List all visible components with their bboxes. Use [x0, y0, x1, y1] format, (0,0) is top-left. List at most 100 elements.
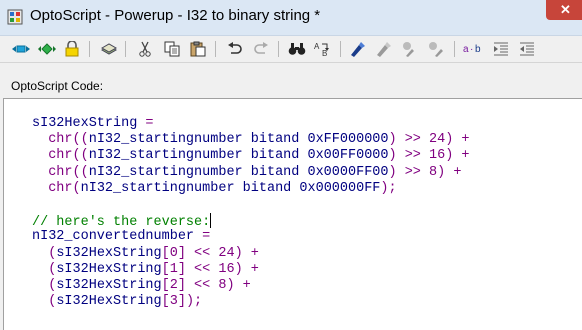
code-line[interactable]: chr(nI32_startingnumber bitand 0x000000F…	[32, 181, 470, 197]
code-token-op: ]);	[177, 294, 203, 310]
code-line[interactable]: chr((nI32_startingnumber bitand 0x0000FF…	[32, 165, 470, 181]
code-token-op: ) >>	[388, 132, 430, 148]
indent-button[interactable]	[491, 39, 511, 59]
toolbar-separator	[215, 41, 216, 57]
code-token-op: ) +	[445, 132, 470, 148]
code-token-op: ) >>	[388, 148, 430, 164]
cut-button[interactable]	[135, 39, 155, 59]
code-line[interactable]: (sI32HexString[2] << 8) +	[32, 278, 470, 294]
code-token-hex: 0x000000FF	[299, 180, 381, 196]
insert-variable-button[interactable]	[348, 39, 368, 59]
code-token-ident: sI32HexString	[56, 261, 162, 277]
code-token-ident: sI32HexString	[56, 294, 162, 310]
outdent-icon	[520, 42, 534, 56]
code-editor[interactable]: sI32HexString = chr((nI32_startingnumber…	[3, 98, 582, 330]
compile-button[interactable]	[99, 39, 119, 59]
compile-icon	[100, 43, 118, 55]
code-line[interactable]: nI32_convertednumber =	[32, 229, 470, 245]
code-token-op: ] <<	[177, 261, 219, 277]
code-line[interactable]: // here's the reverse:	[32, 213, 470, 231]
undo-icon	[228, 42, 242, 54]
code-token-op: ((	[72, 132, 89, 148]
code-token-num: 1	[169, 261, 178, 277]
code-token-op: [	[161, 261, 170, 277]
toolbar-separator	[454, 41, 455, 57]
code-token-op: ) +	[437, 164, 462, 180]
find-button[interactable]	[287, 39, 307, 59]
insert-action-button[interactable]	[426, 39, 446, 59]
step-into-icon	[12, 45, 30, 53]
code-token-num: 24	[218, 245, 235, 261]
toolbar-separator	[340, 41, 341, 57]
code-token-op: ) +	[445, 148, 470, 164]
code-token-hex: 0x00FF0000	[307, 148, 389, 164]
code-line[interactable]: chr((nI32_startingnumber bitand 0xFF0000…	[32, 132, 470, 148]
code-token-comment: // here's the reverse:	[32, 215, 211, 231]
title-bar: OptoScript - Powerup - I32 to binary str…	[0, 0, 582, 36]
code-line[interactable]: chr((nI32_startingnumber bitand 0x00FF00…	[32, 148, 470, 164]
code-token-op: ((	[72, 148, 89, 164]
redo-button[interactable]	[251, 39, 271, 59]
step-into-button[interactable]	[11, 39, 31, 59]
paste-icon	[190, 41, 206, 57]
step-over-button[interactable]	[37, 39, 57, 59]
find-icon	[288, 43, 306, 55]
code-token-op: ] <<	[177, 277, 219, 293]
code-token-hex: 0x0000FF00	[307, 164, 389, 180]
optoscript-app-icon	[7, 9, 23, 25]
variable-case-button[interactable]: a · b	[463, 39, 485, 59]
toolbar-separator	[89, 41, 90, 57]
code-text[interactable]: sI32HexString = chr((nI32_startingnumber…	[32, 116, 470, 310]
insert-command-button[interactable]	[374, 39, 394, 59]
code-token-func: chr	[48, 148, 73, 164]
code-token-op: ) +	[226, 277, 251, 293]
code-token-func: chr	[48, 164, 73, 180]
indent-icon	[494, 42, 508, 56]
close-button[interactable]: ✕	[546, 0, 582, 20]
code-line[interactable]: (sI32HexString[3]);	[32, 294, 470, 310]
code-token-hex: 0xFF000000	[307, 132, 389, 148]
svg-text:·: ·	[470, 44, 473, 55]
code-line[interactable]: (sI32HexString[1] << 16) +	[32, 262, 470, 278]
lock-button[interactable]	[62, 39, 82, 59]
copy-button[interactable]	[162, 39, 182, 59]
code-token-num: 2	[169, 277, 178, 293]
code-token-num: 3	[169, 294, 178, 310]
code-token-num: 24	[429, 132, 446, 148]
code-token-ident: nI32_startingnumber	[88, 132, 243, 148]
window-title: OptoScript - Powerup - I32 to binary str…	[30, 7, 321, 24]
paste-button[interactable]	[188, 39, 208, 59]
code-line[interactable]	[32, 197, 470, 213]
variable-case-icon: a · b	[463, 44, 481, 55]
redo-icon	[254, 42, 268, 54]
outdent-button[interactable]	[517, 39, 537, 59]
code-token-op: [	[161, 294, 170, 310]
code-token-func: chr	[48, 180, 73, 196]
code-line[interactable]: sI32HexString =	[32, 116, 470, 132]
toolbar-separator	[125, 41, 126, 57]
insert-condition-button[interactable]	[400, 39, 420, 59]
insert-command-icon	[377, 42, 391, 57]
toolbar-separator	[278, 41, 279, 57]
code-token-num: 8	[429, 164, 438, 180]
code-token-num: 16	[218, 261, 235, 277]
code-token-kw: bitand	[250, 132, 300, 148]
code-token-op: ) +	[234, 245, 259, 261]
code-line[interactable]: (sI32HexString[0] << 24) +	[32, 246, 470, 262]
toolbar: A B a · b	[0, 36, 582, 63]
code-token-ident: sI32HexString	[32, 116, 138, 131]
undo-button[interactable]	[225, 39, 245, 59]
code-token-ident: nI32_startingnumber	[80, 180, 235, 196]
code-label: OptoScript Code:	[11, 79, 104, 93]
code-token-ident: sI32HexString	[56, 277, 162, 293]
code-token-ident: nI32_startingnumber	[88, 148, 243, 164]
replace-button[interactable]: A B	[312, 39, 332, 59]
code-token-op: ] <<	[177, 245, 219, 261]
code-token-op: =	[137, 116, 154, 131]
